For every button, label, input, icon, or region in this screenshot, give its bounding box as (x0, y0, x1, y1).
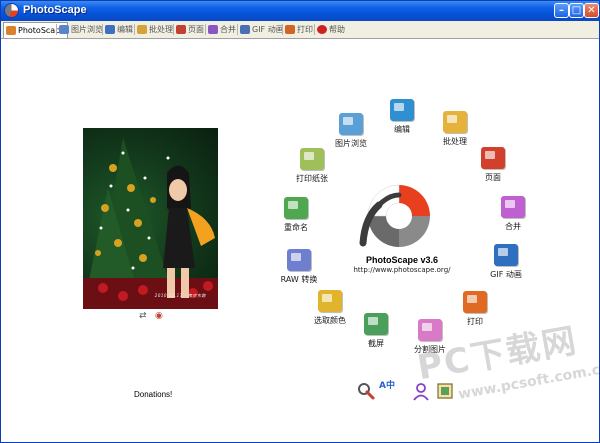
photoscape-window: PhotoScape – □ ✕ PhotoScape 图片浏览 编辑 批处理 … (0, 0, 600, 443)
module-label: RAW 转换 (280, 275, 318, 284)
module-label: 页面 (485, 173, 501, 182)
view-photo-icon[interactable]: ◉ (155, 311, 163, 321)
close-button[interactable]: ✕ (584, 3, 599, 18)
module-label: 编辑 (394, 125, 410, 134)
donations-link[interactable]: Donations! (134, 390, 172, 399)
tab-page[interactable]: 页面 (174, 22, 206, 37)
print-icon (285, 25, 295, 34)
module-viewer[interactable]: 图片浏览 (315, 113, 387, 149)
tab-help[interactable]: 帮助 (315, 22, 347, 37)
module-label: 选取颜色 (314, 316, 346, 325)
tab-gif[interactable]: GIF 动画 (238, 22, 286, 37)
combine-icon (208, 25, 218, 34)
module-label: GIF 动画 (490, 270, 522, 279)
module-label: 批处理 (443, 137, 467, 146)
print-icon (463, 291, 487, 313)
tab-editor[interactable]: 编辑 (103, 22, 135, 37)
module-rename[interactable]: 重命名 (260, 197, 332, 233)
module-page[interactable]: 页面 (457, 147, 529, 183)
module-label: 合并 (505, 222, 521, 231)
tab-bar: PhotoScape 图片浏览 编辑 批处理 页面 合并 GIF 动画 打印 帮… (1, 21, 599, 39)
editor-icon (390, 99, 414, 121)
title-bar[interactable]: PhotoScape – □ ✕ (1, 1, 599, 21)
settings-icon[interactable] (356, 381, 376, 401)
photoscape-icon (6, 26, 16, 35)
tab-batch[interactable]: 批处理 (135, 22, 175, 37)
tab-label: GIF 动画 (252, 25, 284, 34)
page-icon (481, 147, 505, 169)
app-url[interactable]: http://www.photoscape.org/ (344, 266, 460, 274)
module-label: 重命名 (284, 223, 308, 232)
photo-preview[interactable]: 2010.12.17 · 南京东路 (83, 128, 218, 309)
help-icon (317, 25, 327, 34)
tab-label: 页面 (188, 25, 204, 34)
module-paper-print[interactable]: 打印纸张 (276, 148, 348, 184)
module-color-picker[interactable]: 选取颜色 (294, 290, 366, 326)
photoscape-app-icon (5, 4, 18, 17)
color-picker-icon (318, 290, 342, 312)
tab-viewer[interactable]: 图片浏览 (57, 22, 105, 37)
rename-icon (284, 197, 308, 219)
app-name: PhotoScape v3.6 (365, 255, 439, 265)
editor-icon (105, 25, 115, 34)
module-label: 截屏 (368, 339, 384, 348)
tab-print[interactable]: 打印 (283, 22, 315, 37)
tab-label: 批处理 (149, 25, 173, 34)
user-icon[interactable] (411, 381, 431, 401)
flip-photo-icon[interactable]: ⇄ (139, 311, 147, 321)
module-label: 打印纸张 (296, 174, 328, 183)
tab-label: 图片浏览 (71, 25, 103, 34)
gif-icon (240, 25, 250, 34)
photoscape-logo (359, 184, 430, 247)
tab-combine[interactable]: 合并 (206, 22, 238, 37)
tab-label: 合并 (220, 25, 236, 34)
batch-icon (443, 111, 467, 133)
module-gif-animation[interactable]: GIF 动画 (470, 244, 542, 280)
combine-icon (501, 196, 525, 218)
module-batch[interactable]: 批处理 (419, 111, 491, 147)
batch-icon (137, 25, 147, 34)
splitter-icon (418, 319, 442, 341)
page-icon (176, 25, 186, 34)
tab-label: 编辑 (117, 25, 133, 34)
module-label: 打印 (467, 317, 483, 326)
viewer-icon (339, 113, 363, 135)
window-title: PhotoScape (23, 4, 87, 16)
module-raw-converter[interactable]: RAW 转换 (263, 249, 335, 285)
paper-print-icon (300, 148, 324, 170)
gif-animation-icon (494, 244, 518, 266)
language-glyph: A中 (379, 381, 395, 391)
module-combine[interactable]: 合并 (477, 196, 549, 232)
christmas-tree-photo (83, 138, 218, 309)
photo-caption: 2010.12.17 · 南京东路 (154, 293, 206, 298)
raw-converter-icon (287, 249, 311, 271)
maximize-button[interactable]: □ (569, 3, 584, 18)
module-label: 图片浏览 (335, 139, 367, 148)
language-icon[interactable]: A中 (379, 381, 399, 401)
module-label: 分割图片 (414, 345, 446, 354)
watermark-url: www.pcsoft.com.cn (457, 360, 600, 403)
viewer-icon (59, 25, 69, 34)
frame-icon[interactable] (435, 381, 455, 401)
minimize-button[interactable]: – (554, 3, 569, 18)
tab-label: 打印 (297, 25, 313, 34)
tab-label: 帮助 (329, 25, 345, 34)
screen-capture-icon (364, 313, 388, 335)
